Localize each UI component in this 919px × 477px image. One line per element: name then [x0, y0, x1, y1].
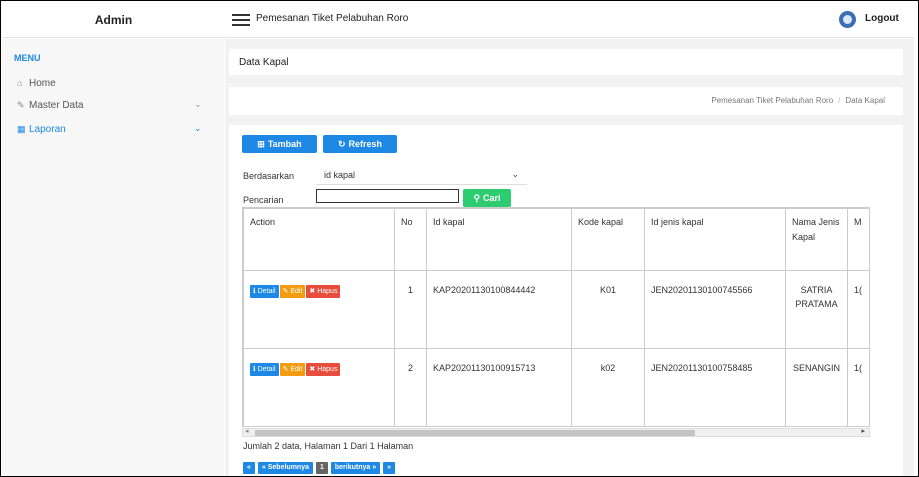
cell-id-kapal: KAP20201130100915713	[426, 348, 572, 426]
cell-m: 1(	[847, 270, 869, 349]
refresh-button[interactable]: ↻ Refresh	[323, 135, 397, 153]
pagination: « « Sebelumnya 1 berikutnya » »	[243, 462, 396, 474]
data-table: Action No Id kapal Kode kapal Id jenis k…	[243, 208, 869, 426]
search-icon: ⚲	[473, 192, 481, 203]
hapus-button[interactable]: ✖ Hapus	[306, 363, 341, 376]
data-panel: ⊞ Tambah ↻ Refresh Berdasarkan id kapal …	[229, 125, 903, 476]
hapus-button[interactable]: ✖ Hapus	[306, 285, 341, 298]
column-header-m: M	[847, 208, 869, 271]
sidebar-item-label: Home	[29, 78, 56, 89]
column-header-action: Action	[243, 208, 395, 271]
pagination-summary: Jumlah 2 data, Halaman 1 Dari 1 Halaman	[243, 441, 414, 451]
tambah-label: Tambah	[267, 139, 302, 149]
breadcrumb: Pemesanan Tiket Pelabuhan Roro / Data Kapa…	[711, 96, 885, 105]
page-header: Data Kapal	[229, 49, 903, 75]
breadcrumb-separator: /	[838, 96, 841, 105]
sidebar-item-home[interactable]: ⌂ Home	[2, 73, 224, 95]
cell-id-jenis-kapal: JEN20201130100758485	[644, 348, 786, 426]
main-content: Data Kapal Pemesanan Tiket Pelabuhan Ror…	[225, 39, 914, 476]
home-icon: ⌂	[17, 78, 23, 88]
detail-label: Detail	[257, 288, 276, 295]
cell-kode-kapal: k02	[571, 348, 645, 426]
previous-page-button[interactable]: « Sebelumnya	[257, 462, 313, 474]
action-cell: ℹ Detail ✎ Edit ✖ Hapus	[243, 348, 395, 426]
sidebar-item-label: Master Data	[29, 100, 84, 111]
tambah-button[interactable]: ⊞ Tambah	[242, 135, 317, 153]
cell-nama-jenis-kapal: SENANGIN	[785, 348, 848, 426]
horizontal-scrollbar[interactable]: ◂ ▸	[242, 428, 870, 437]
app-title: Pemesanan Tiket Pelabuhan Roro	[256, 13, 409, 24]
data-table-container[interactable]: Action No Id kapal Kode kapal Id jenis k…	[242, 207, 870, 427]
filter-selected-value: id kapal	[324, 169, 356, 180]
menu-heading: MENU	[14, 53, 41, 63]
refresh-label: Refresh	[348, 139, 383, 149]
sidebar-item-master-data[interactable]: ✎ Master Data ⌄	[2, 95, 224, 117]
cell-nama-jenis-kapal: SATRIA PRATAMA	[785, 270, 848, 349]
column-header-id-kapal: Id kapal	[426, 208, 572, 271]
sidebar: MENU ⌂ Home ✎ Master Data ⌄ ▦ Laporan ⌄	[2, 39, 224, 476]
page-title: Data Kapal	[239, 57, 289, 68]
plus-icon: ⊞	[257, 138, 265, 149]
cell-id-kapal: KAP20201130100844442	[426, 270, 572, 349]
app-window: Admin Pemesanan Tiket Pelabuhan Roro Log…	[0, 0, 919, 477]
column-header-id-jenis-kapal: Id jenis kapal	[644, 208, 786, 271]
next-page-button[interactable]: berikutnya »	[330, 462, 381, 474]
column-header-nama-jenis-kapal: Nama Jenis Kapal	[785, 208, 848, 271]
edit-label: Edit	[290, 366, 303, 373]
sidebar-item-laporan[interactable]: ▦ Laporan ⌄	[2, 119, 224, 141]
cari-button[interactable]: ⚲ Cari	[463, 189, 511, 207]
chevron-down-icon: ⌄	[511, 169, 519, 179]
hamburger-menu-icon[interactable]	[232, 14, 250, 26]
sidebar-item-label: Laporan	[29, 124, 66, 135]
detail-button[interactable]: ℹ Detail	[250, 285, 279, 298]
breadcrumb-bar: Pemesanan Tiket Pelabuhan Roro / Data Kapa…	[229, 87, 903, 115]
table-header-row: Action No Id kapal Kode kapal Id jenis k…	[243, 208, 869, 271]
cell-no: 1	[394, 270, 427, 349]
hapus-label: Hapus	[317, 288, 338, 295]
action-cell: ℹ Detail ✎ Edit ✖ Hapus	[243, 270, 395, 349]
detail-button[interactable]: ℹ Detail	[250, 363, 279, 376]
edit-button[interactable]: ✎ Edit	[279, 363, 306, 376]
logout-link[interactable]: Logout	[865, 13, 899, 24]
scrollbar-thumb[interactable]	[255, 430, 695, 436]
cell-id-jenis-kapal: JEN20201130100745566	[644, 270, 786, 349]
edit-label: Edit	[290, 288, 303, 295]
breadcrumb-item-current: Data Kapal	[845, 96, 885, 105]
current-page-button[interactable]: 1	[315, 462, 328, 474]
detail-label: Detail	[257, 366, 276, 373]
cari-label: Cari	[483, 193, 501, 203]
brand-label: Admin	[94, 13, 133, 27]
user-avatar-icon[interactable]	[839, 11, 856, 28]
table-row: ℹ Detail ✎ Edit ✖ Hapus 2 KAP2020113010091…	[243, 348, 869, 426]
first-page-button[interactable]: «	[243, 462, 255, 474]
cell-no: 2	[394, 348, 427, 426]
hapus-label: Hapus	[317, 366, 338, 373]
top-navbar: Admin Pemesanan Tiket Pelabuhan Roro Log…	[2, 2, 914, 38]
edit-icon: ✎	[17, 100, 25, 110]
search-label: Pencarian	[243, 195, 284, 205]
table-row: ℹ Detail ✎ Edit ✖ Hapus 1 KAP2020113010084…	[243, 270, 869, 349]
calendar-icon: ▦	[17, 124, 26, 134]
filter-label: Berdasarkan	[243, 171, 295, 181]
chevron-down-icon: ⌄	[194, 99, 202, 109]
scroll-right-icon[interactable]: ▸	[861, 427, 865, 435]
column-header-kode-kapal: Kode kapal	[571, 208, 645, 271]
cell-m: 1(	[847, 348, 869, 426]
refresh-icon: ↻	[337, 138, 346, 149]
filter-select[interactable]: id kapal ⌄	[316, 165, 527, 185]
scroll-left-icon[interactable]: ◂	[245, 427, 249, 435]
last-page-button[interactable]: »	[383, 462, 396, 474]
column-header-no: No	[394, 208, 427, 271]
chevron-down-icon: ⌄	[194, 123, 202, 133]
edit-button[interactable]: ✎ Edit	[279, 285, 306, 298]
breadcrumb-item-home[interactable]: Pemesanan Tiket Pelabuhan Roro	[711, 96, 833, 105]
cell-kode-kapal: K01	[571, 270, 645, 349]
search-input[interactable]	[316, 189, 459, 203]
